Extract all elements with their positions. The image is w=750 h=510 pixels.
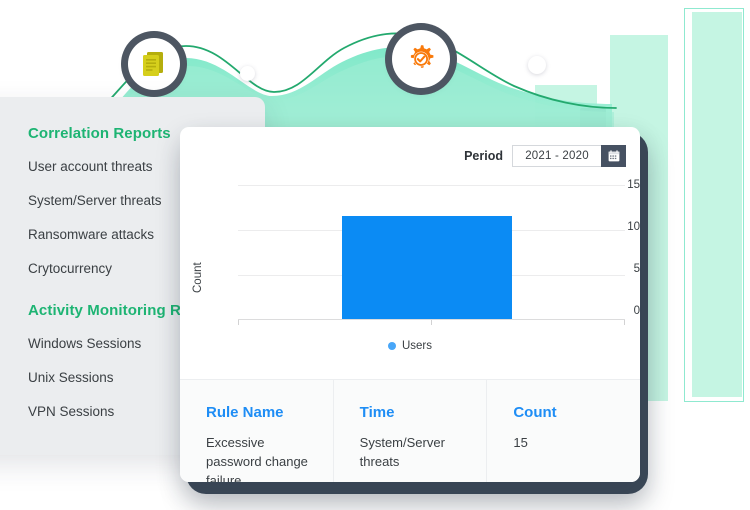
document-report-icon xyxy=(143,52,163,76)
illustration-stage: Correlation Reports User account threats… xyxy=(0,0,750,510)
report-table: Rule Name Excessive password change fail… xyxy=(180,379,640,482)
period-label: Period xyxy=(464,149,503,163)
table-column-count: Count 15 xyxy=(487,380,640,482)
bar-users[interactable] xyxy=(342,215,512,319)
decor-dot xyxy=(528,56,546,74)
settings-badge xyxy=(392,30,450,88)
report-card: Period 2021 - 2020 Count 15 10 5 0 Users… xyxy=(180,127,640,482)
column-header-time: Time xyxy=(359,404,395,421)
chart-legend: Users xyxy=(180,340,640,352)
report-badge xyxy=(128,38,180,90)
column-header-count: Count xyxy=(513,404,557,421)
period-control: Period 2021 - 2020 xyxy=(464,145,626,167)
x-axis-tick xyxy=(624,320,625,325)
x-axis-tick xyxy=(431,320,432,325)
gear-check-icon xyxy=(410,45,434,68)
period-value[interactable]: 2021 - 2020 xyxy=(512,145,601,167)
x-axis-tick xyxy=(238,320,239,325)
legend-label-users[interactable]: Users xyxy=(402,340,432,352)
table-cell-count: 15 xyxy=(513,435,528,450)
table-cell-rule-name: Excessive password change failure xyxy=(206,435,308,482)
decor-dot xyxy=(240,66,255,81)
table-cell-time: System/Server threats xyxy=(359,435,445,469)
legend-swatch-users xyxy=(387,342,396,350)
plot-area xyxy=(238,185,625,325)
gridline xyxy=(238,185,625,186)
column-header-rule-name: Rule Name xyxy=(206,404,284,421)
calendar-button[interactable] xyxy=(601,145,626,167)
period-picker[interactable]: 2021 - 2020 xyxy=(512,145,626,167)
table-column-rule-name: Rule Name Excessive password change fail… xyxy=(180,380,334,482)
calendar-icon xyxy=(608,150,619,162)
table-column-time: Time System/Server threats xyxy=(334,380,488,482)
y-axis-title: Count xyxy=(192,262,204,293)
